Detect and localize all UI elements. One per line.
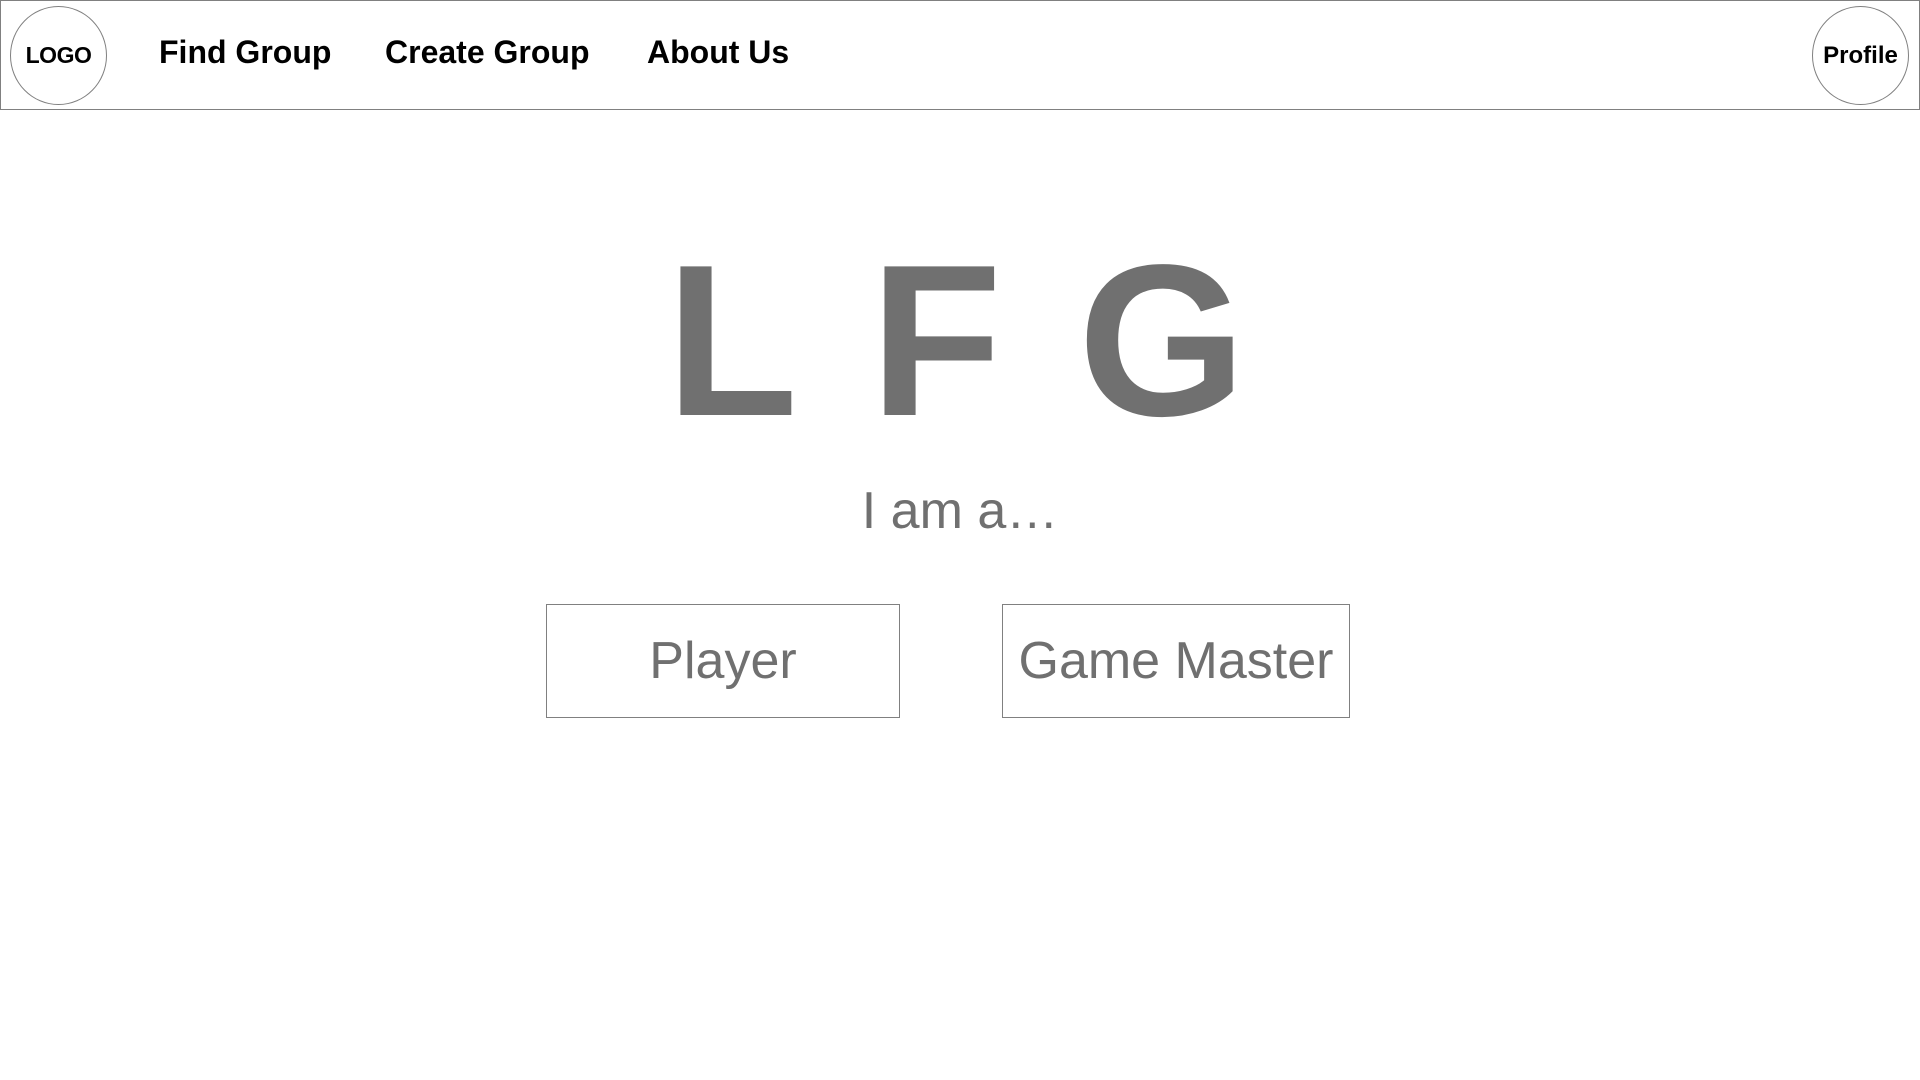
nav-link-find-group[interactable]: Find Group bbox=[159, 33, 331, 71]
nav-link-create-group[interactable]: Create Group bbox=[385, 33, 589, 71]
nav-link-about-us[interactable]: About Us bbox=[647, 33, 789, 71]
profile-button[interactable]: Profile bbox=[1812, 6, 1909, 105]
player-button[interactable]: Player bbox=[546, 604, 900, 718]
game-master-button[interactable]: Game Master bbox=[1002, 604, 1350, 718]
top-navbar: LOGO Find Group Create Group About Us Pr… bbox=[0, 0, 1920, 110]
role-prompt: I am a… bbox=[861, 482, 1059, 540]
logo[interactable]: LOGO bbox=[10, 6, 107, 105]
page-title: L F G bbox=[665, 219, 1254, 461]
